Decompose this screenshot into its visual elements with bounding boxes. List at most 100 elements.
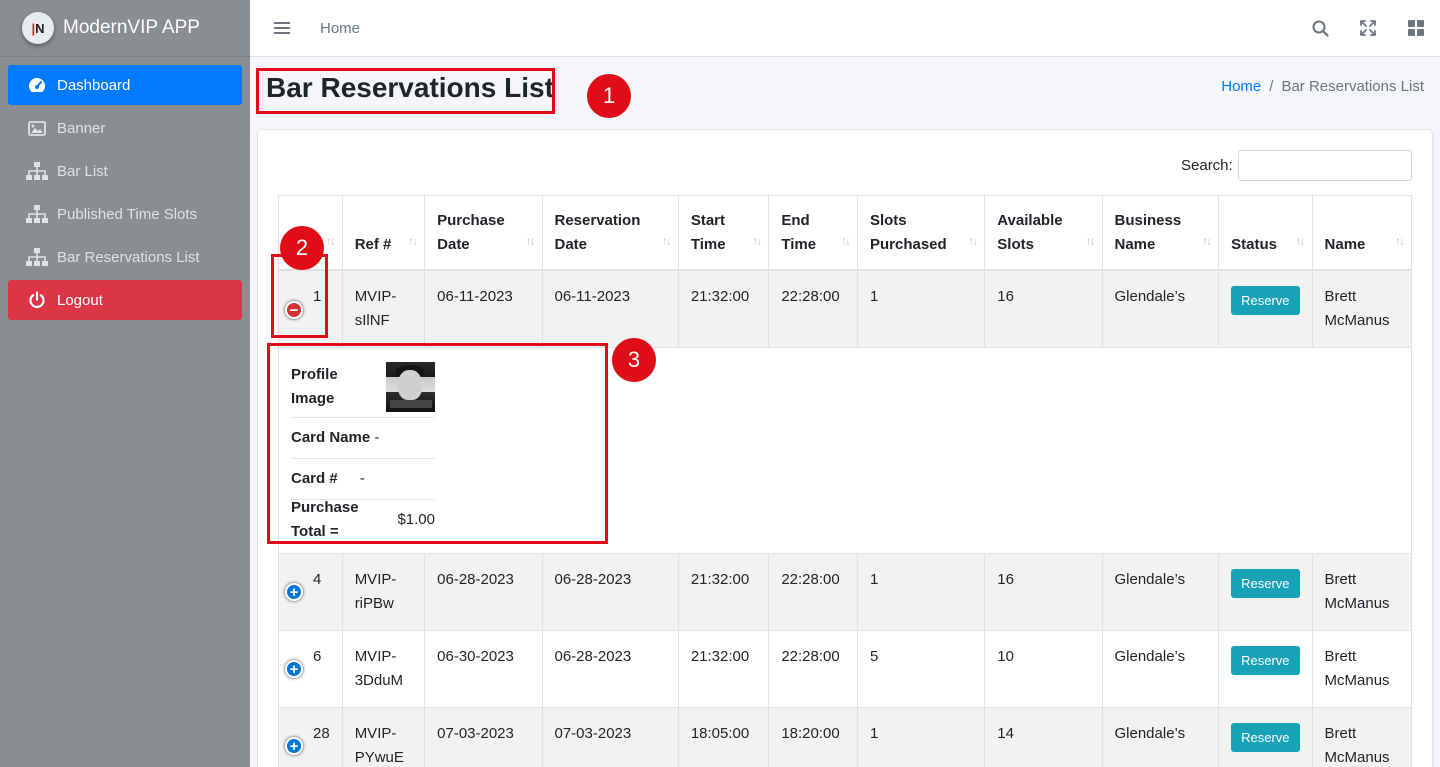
slots-purchased-cell: 1 (856, 706, 986, 767)
column-header-reservation-date[interactable]: Reservation Date ↑↓ (541, 195, 679, 271)
start-time-cell: 18:05:00 (677, 706, 770, 767)
breadcrumb-home-link[interactable]: Home (1221, 78, 1261, 95)
sort-icon: ↑↓ (968, 233, 978, 248)
brand-logo: | N (22, 12, 54, 44)
name-cell: Brett McManus (1311, 629, 1413, 708)
start-time-cell: 21:32:00 (677, 269, 770, 348)
row-id-cell: +28 (278, 706, 343, 767)
slots-purchased-cell: 1 (856, 552, 986, 631)
business-name-cell: Glendale’s (1101, 552, 1220, 631)
sort-icon: ↑↓ (525, 233, 536, 248)
reserve-button[interactable]: Reserve (1231, 645, 1300, 675)
row-id-cell: +4 (278, 552, 343, 631)
ref-cell: MVIP-riPBw (341, 552, 426, 631)
ref-cell: MVIP-PYwuE (341, 706, 426, 767)
sort-icon: ↑↓ (325, 233, 336, 248)
table-row: +28 MVIP-PYwuE 07-03-2023 07-03-2023 18:… (278, 706, 1413, 767)
available-slots-cell: 14 (984, 706, 1103, 767)
purchase-date-cell: 06-28-2023 (424, 552, 543, 631)
slots-purchased-cell: 5 (856, 629, 986, 708)
search-icon[interactable] (1310, 18, 1330, 38)
annotation-box-details (267, 343, 608, 544)
search-label: Search: (1181, 157, 1233, 174)
column-header-name[interactable]: Name ↑↓ (1311, 195, 1413, 271)
expand-row-icon[interactable]: + (285, 582, 303, 601)
business-name-cell: Glendale’s (1101, 269, 1220, 348)
top-navbar: Home (250, 0, 1440, 57)
reservation-date-cell: 06-28-2023 (541, 629, 679, 708)
top-icons (1310, 18, 1426, 38)
sidebar-item-published-time-slots[interactable]: Published Time Slots (8, 194, 242, 234)
table-row: +6 MVIP-3DduM 06-30-2023 06-28-2023 21:3… (278, 629, 1413, 708)
sort-icon: ↑↓ (408, 233, 418, 248)
top-home-link[interactable]: Home (320, 20, 360, 37)
table-row: −1 MVIP-sIlNF 06-11-2023 06-11-2023 21:3… (278, 269, 1413, 348)
breadcrumb-current: Bar Reservations List (1281, 78, 1424, 95)
column-header-business-name[interactable]: Business Name ↑↓ (1101, 195, 1220, 271)
column-header-ref[interactable]: Ref # ↑↓ (341, 195, 426, 271)
available-slots-cell: 16 (984, 269, 1103, 348)
reserve-button[interactable]: Reserve (1231, 722, 1300, 752)
business-name-cell: Glendale’s (1101, 706, 1220, 767)
sitemap-icon (26, 204, 48, 224)
reserve-button[interactable]: Reserve (1231, 568, 1300, 598)
reservation-date-cell: 07-03-2023 (541, 706, 679, 767)
sidebar-item-label: Dashboard (57, 76, 131, 94)
column-header-purchase-date[interactable]: Purchase Date ↑↓ (424, 195, 543, 271)
purchase-date-cell: 06-11-2023 (424, 269, 543, 348)
sort-icon: ↑↓ (1295, 233, 1306, 248)
sidebar-item-label: Logout (57, 291, 103, 309)
annotation-marker-1: 1 (587, 74, 631, 118)
column-header-available-slots[interactable]: Available Slots ↑↓ (984, 195, 1103, 271)
column-header-status[interactable]: Status ↑↓ (1218, 195, 1313, 271)
ref-cell: MVIP-sIlNF (341, 269, 426, 348)
sidebar-item-bar-list[interactable]: Bar List (8, 151, 242, 191)
sitemap-icon (26, 161, 48, 181)
expand-row-icon[interactable]: + (285, 659, 303, 678)
fullscreen-icon[interactable] (1358, 18, 1378, 38)
purchase-date-cell: 07-03-2023 (424, 706, 543, 767)
sidebar-item-label: Bar Reservations List (57, 248, 200, 266)
reservation-date-cell: 06-28-2023 (541, 552, 679, 631)
reserve-button[interactable]: Reserve (1231, 285, 1300, 315)
sort-icon: ↑↓ (661, 233, 672, 248)
table-header-row: ↑↓ Ref # ↑↓ Purchase Date ↑↓ Reservation D… (278, 195, 1413, 271)
brand-name: ModernVIP APP (63, 17, 200, 38)
status-cell: Reserve (1218, 706, 1313, 767)
column-header-start-time[interactable]: Start Time ↑↓ (677, 195, 770, 271)
brand[interactable]: | N ModernVIP APP (0, 0, 250, 57)
purchase-date-cell: 06-30-2023 (424, 629, 543, 708)
sidebar-item-bar-reservations-list[interactable]: Bar Reservations List (8, 237, 242, 277)
end-time-cell: 18:20:00 (768, 706, 858, 767)
annotation-box-title (256, 68, 555, 114)
sidebar-item-logout[interactable]: Logout (8, 280, 242, 320)
status-cell: Reserve (1218, 552, 1313, 631)
row-id-cell: +6 (278, 629, 343, 708)
sort-icon: ↑↓ (1395, 233, 1405, 248)
sort-icon: ↑↓ (1085, 233, 1096, 248)
expand-row-icon[interactable]: + (285, 736, 303, 755)
end-time-cell: 22:28:00 (768, 629, 858, 708)
sort-icon: ↑↓ (840, 233, 851, 248)
annotation-marker-3: 3 (612, 338, 656, 382)
available-slots-cell: 16 (984, 552, 1103, 631)
status-cell: Reserve (1218, 269, 1313, 348)
sidebar-item-dashboard[interactable]: Dashboard (8, 65, 242, 105)
sort-icon: ↑↓ (1202, 233, 1212, 248)
name-cell: Brett McManus (1311, 706, 1413, 767)
name-cell: Brett McManus (1311, 552, 1413, 631)
ref-cell: MVIP-3DduM (341, 629, 426, 708)
column-header-slots-purchased[interactable]: Slots Purchased ↑↓ (856, 195, 986, 271)
breadcrumb-separator: / (1269, 78, 1274, 95)
column-header-end-time[interactable]: End Time ↑↓ (768, 195, 858, 271)
sidebar-item-banner[interactable]: Banner (8, 108, 242, 148)
breadcrumb: Home / Bar Reservations List (1221, 78, 1424, 95)
status-cell: Reserve (1218, 629, 1313, 708)
sidebar: | N ModernVIP APP Dashboard Banner Bar Li… (0, 0, 250, 767)
apps-grid-icon[interactable] (1406, 18, 1426, 38)
image-icon (26, 118, 48, 138)
menu-icon[interactable] (274, 22, 290, 34)
start-time-cell: 21:32:00 (677, 629, 770, 708)
end-time-cell: 22:28:00 (768, 552, 858, 631)
search-input[interactable] (1238, 150, 1412, 181)
